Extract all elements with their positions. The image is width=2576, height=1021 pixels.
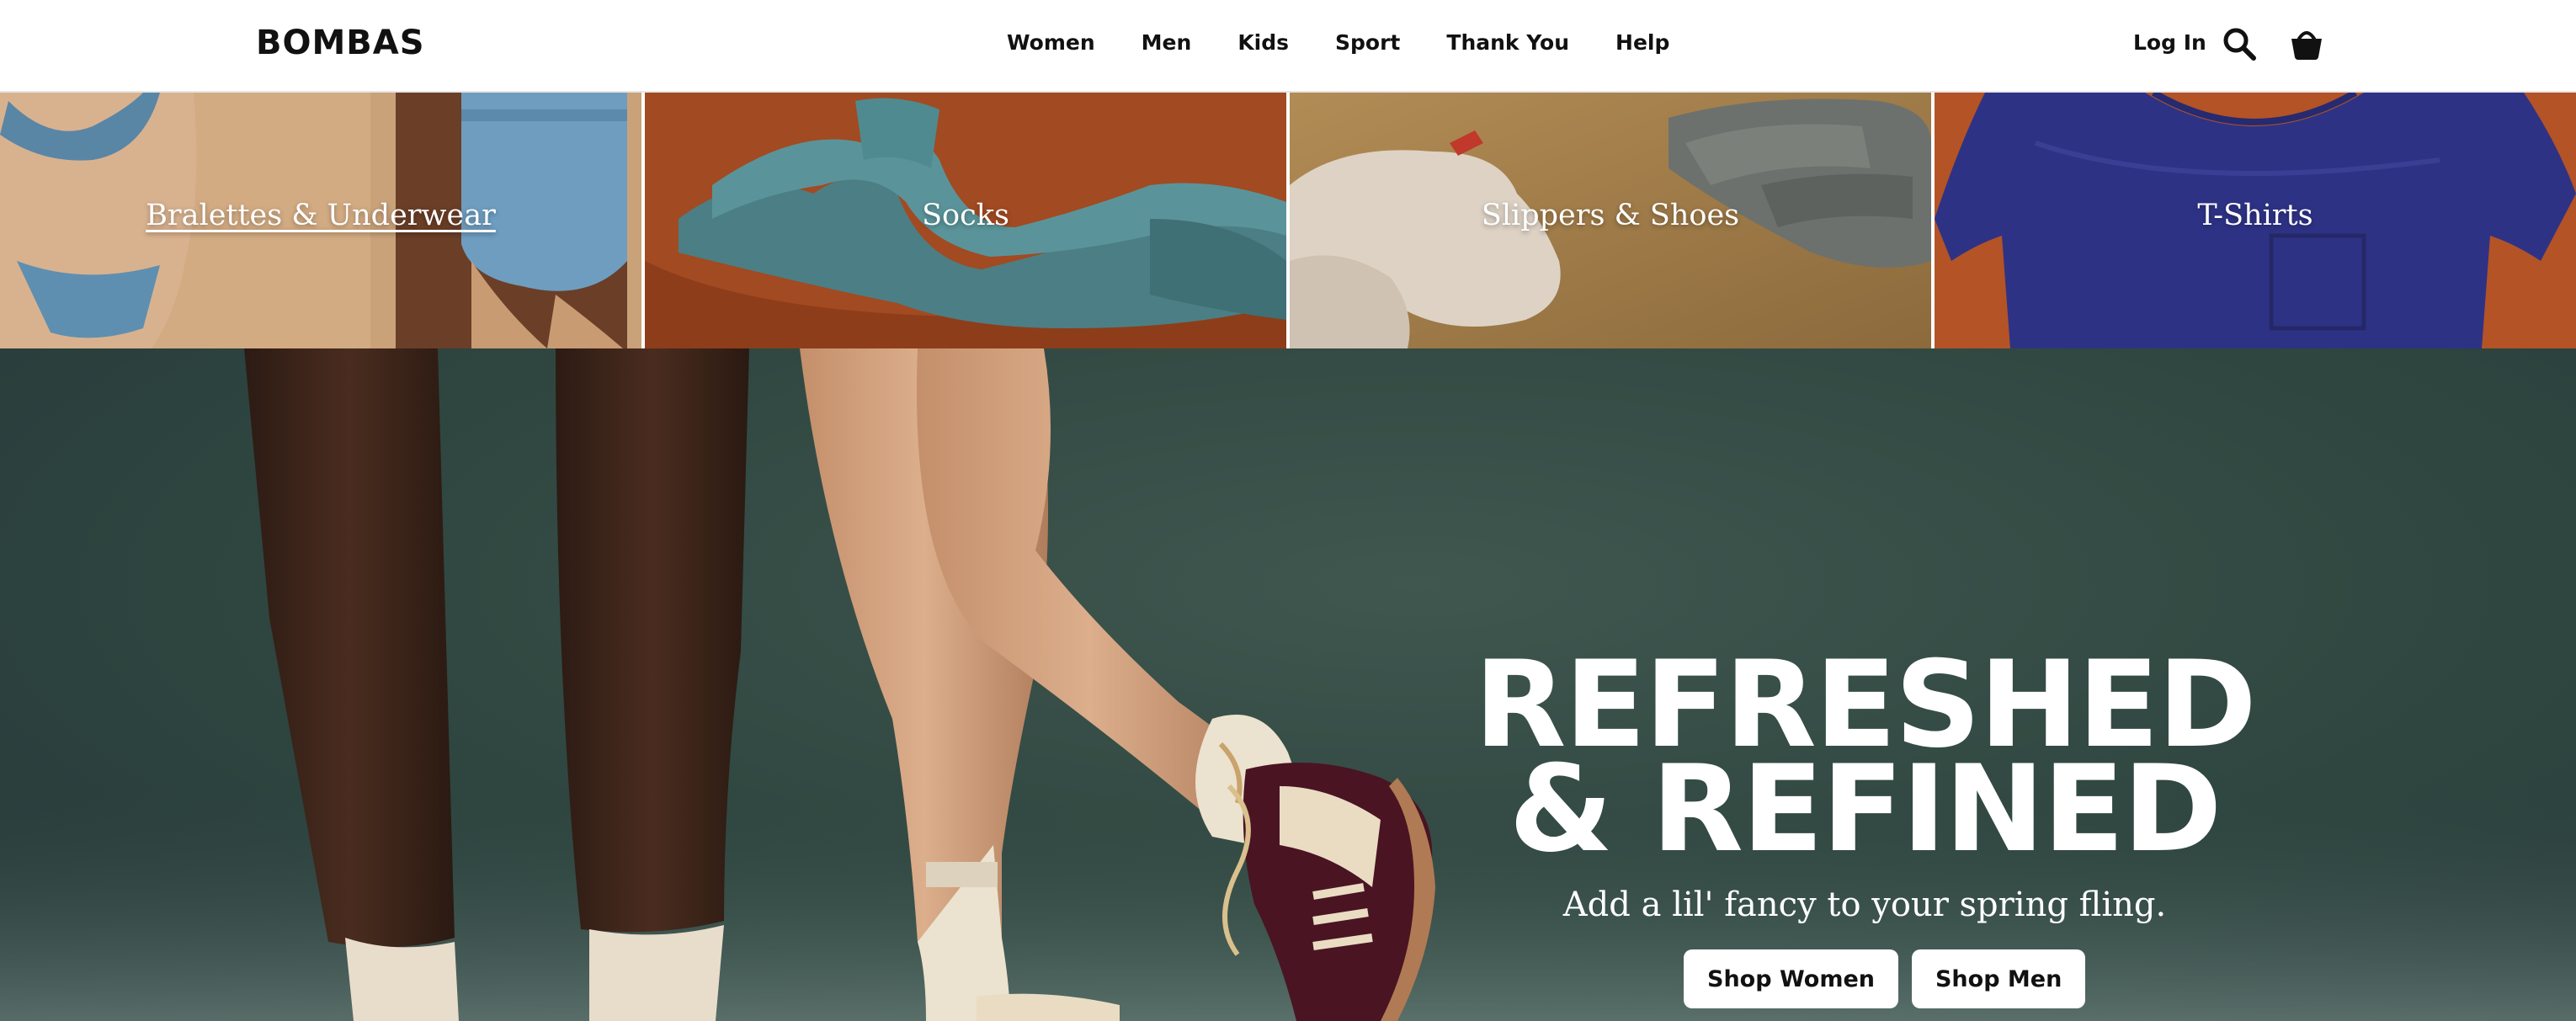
nav-item-help[interactable]: Help [1615, 30, 1669, 55]
hero-subtitle: Add a lil' fancy to your spring fling. [1562, 885, 2167, 924]
category-tile-underwear[interactable]: Bralettes & Underwear [0, 93, 641, 348]
nav-item-men[interactable]: Men [1142, 30, 1192, 55]
hero-buttons: Shop Women Shop Men [1684, 949, 2086, 1008]
cart-icon[interactable] [2288, 25, 2325, 62]
main-nav: Women Men Kids Sport Thank You Help [1007, 30, 1669, 55]
search-icon[interactable] [2221, 25, 2258, 62]
site-header: BOMBAS Women Men Kids Sport Thank You He… [0, 0, 2576, 93]
hero-title-line-2: & REFINED [1509, 740, 2222, 879]
nav-item-women[interactable]: Women [1007, 30, 1095, 55]
category-tile-tshirts[interactable]: T-Shirts [1935, 93, 2576, 348]
category-label-tshirts: T-Shirts [2197, 199, 2313, 232]
nav-item-sport[interactable]: Sport [1335, 30, 1400, 55]
category-label-slippers: Slippers & Shoes [1481, 199, 1740, 232]
login-link[interactable]: Log In [2133, 30, 2206, 55]
category-tile-socks[interactable]: Socks [645, 93, 1286, 348]
category-tile-slippers[interactable]: Slippers & Shoes [1290, 93, 1931, 348]
category-label-underwear: Bralettes & Underwear [146, 199, 496, 232]
category-tiles: Bralettes & Underwear Socks Slippers & S… [0, 93, 2576, 348]
hero-title: REFRESHED & REFINED [1431, 646, 2298, 879]
brand-logo[interactable]: BOMBAS [256, 24, 425, 62]
shop-men-button[interactable]: Shop Men [1911, 949, 2086, 1008]
hero-banner: REFRESHED & REFINED Add a lil' fancy to … [0, 348, 2576, 1021]
category-label-socks: Socks [922, 199, 1009, 232]
nav-item-kids[interactable]: Kids [1237, 30, 1289, 55]
nav-item-thank-you[interactable]: Thank You [1446, 30, 1569, 55]
shop-women-button[interactable]: Shop Women [1684, 949, 1898, 1008]
